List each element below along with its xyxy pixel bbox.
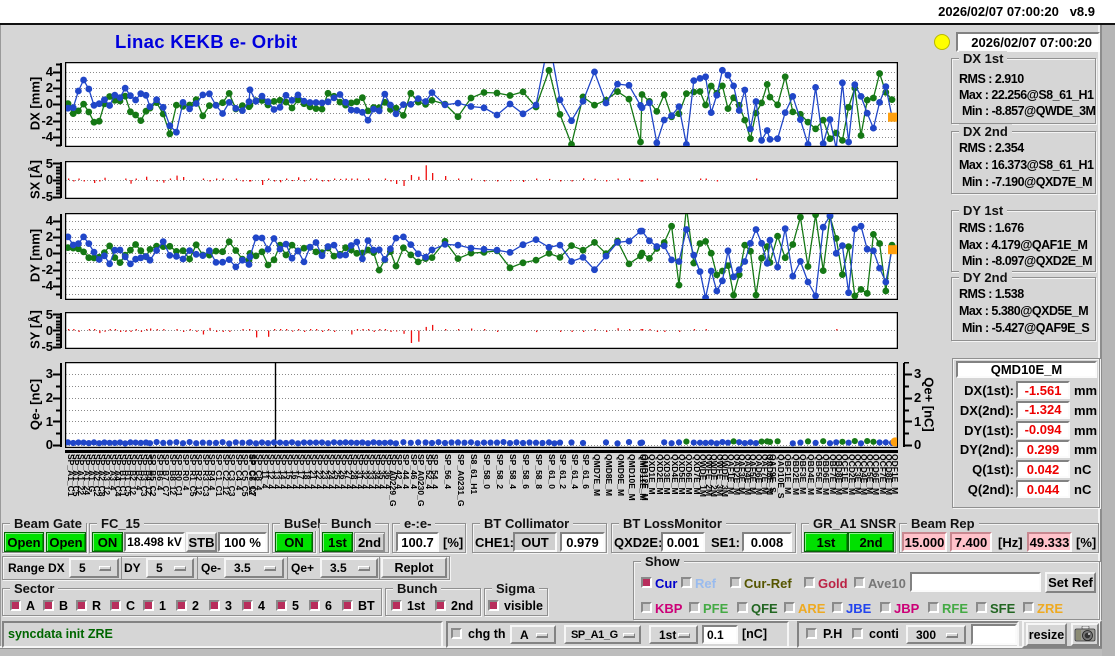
svg-text:SP_61_4: SP_61_4 [570, 454, 580, 489]
svg-text:SP_61_6: SP_61_6 [581, 454, 591, 489]
svg-text:S8_61_H1: S8_61_H1 [469, 454, 479, 494]
svg-text:QMD9E_M: QMD9E_M [616, 454, 626, 496]
svg-text:SP_58_6: SP_58_6 [521, 454, 531, 489]
svg-text:SP_56_4: SP_56_4 [443, 454, 453, 489]
svg-text:SP_61_2: SP_61_2 [558, 454, 568, 489]
svg-text:QMD8E_M: QMD8E_M [604, 454, 614, 496]
svg-text:QMD7E_M: QMD7E_M [592, 454, 602, 496]
svg-text:SP_54_4: SP_54_4 [430, 454, 440, 489]
svg-text:QMD10E_M: QMD10E_M [627, 454, 637, 501]
svg-text:SP_58_0: SP_58_0 [482, 454, 492, 489]
svg-text:SP_61_0: SP_61_0 [547, 454, 557, 489]
svg-text:SP_58_2: SP_58_2 [495, 454, 505, 489]
svg-text:SP_A0231_G: SP_A0231_G [456, 454, 466, 507]
svg-text:QDF1E_M: QDF1E_M [890, 454, 900, 494]
svg-text:SP_58_4: SP_58_4 [508, 454, 518, 489]
svg-text:SP_58_8: SP_58_8 [534, 454, 544, 489]
